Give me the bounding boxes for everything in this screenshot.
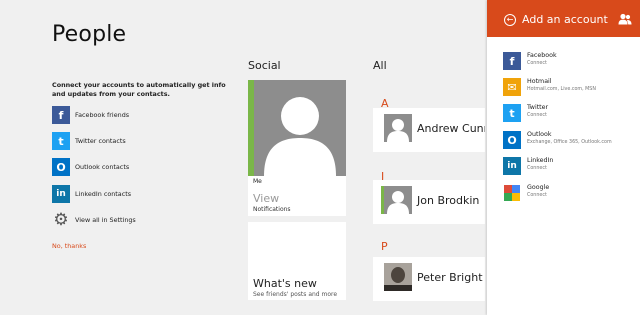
twitter-icon: t [52, 132, 70, 150]
connect-intro-text: Connect your accounts to automatically g… [52, 81, 226, 98]
outlook-icon: O [503, 131, 521, 149]
contact-photo [384, 263, 412, 291]
view-all-settings-link[interactable]: ⚙ View all in Settings [52, 210, 136, 230]
social-heading: Social [248, 59, 281, 72]
no-thanks-link[interactable]: No, thanks [52, 242, 86, 250]
outlook-contacts-link[interactable]: O Outlook contacts [52, 158, 129, 176]
facebook-icon: f [52, 106, 70, 124]
all-heading: All [373, 59, 387, 72]
me-tile[interactable]: Me View Notifications [248, 80, 346, 216]
contact-tile[interactable]: Andrew Cunning [373, 108, 485, 152]
add-account-flyout: ← Add an account f Facebook Connect ✉ Ho… [487, 0, 640, 315]
connect-linkedin[interactable]: in LinkedIn Connect [503, 155, 633, 175]
connect-hotmail[interactable]: ✉ Hotmail Hotmail.com, Live.com, MSN [503, 76, 633, 96]
facebook-icon: f [503, 52, 521, 70]
flyout-title: Add an account [522, 13, 608, 26]
flyout-header: ← Add an account [487, 0, 640, 37]
default-avatar-icon [384, 114, 412, 142]
me-label: Me [253, 178, 262, 185]
notifications-label: Notifications [253, 206, 291, 213]
service-subtitle: Exchange, Office 365, Outlook.com [527, 140, 612, 145]
contact-name: Jon Brodkin [417, 194, 480, 207]
google-icon [503, 184, 521, 202]
gear-icon: ⚙ [53, 210, 69, 230]
connect-google[interactable]: Google Connect [503, 182, 633, 202]
contact-name: Peter Bright [417, 271, 483, 284]
view-label: View [253, 192, 280, 205]
twitter-icon: t [503, 104, 521, 122]
outlook-contacts-label: Outlook contacts [75, 163, 130, 171]
contact-tile[interactable]: Peter Bright [373, 257, 485, 301]
service-subtitle: Connect [527, 61, 547, 66]
facebook-friends-link[interactable]: f Facebook friends [52, 106, 129, 124]
service-name: Outlook [527, 131, 552, 138]
page-title: People [52, 22, 127, 47]
connect-outlook[interactable]: O Outlook Exchange, Office 365, Outlook.… [503, 129, 633, 149]
twitter-contacts-label: Twitter contacts [75, 137, 126, 145]
service-subtitle: Connect [527, 166, 547, 171]
service-subtitle: Connect [527, 113, 547, 118]
service-name: Facebook [527, 52, 557, 59]
group-letter-p[interactable]: P [381, 240, 388, 253]
whats-new-subtitle: See friends' posts and more [253, 291, 338, 298]
outlook-icon: O [52, 158, 70, 176]
whats-new-tile[interactable]: What's new See friends' posts and more [248, 222, 346, 300]
service-name: LinkedIn [527, 157, 554, 164]
default-avatar-icon [384, 186, 412, 214]
linkedin-icon: in [52, 185, 70, 203]
linkedin-contacts-label: LinkedIn contacts [75, 190, 132, 198]
linkedin-icon: in [503, 157, 521, 175]
mail-icon: ✉ [503, 78, 521, 96]
view-all-settings-label: View all in Settings [75, 216, 136, 224]
contact-name: Andrew Cunning [417, 122, 485, 135]
service-name: Twitter [527, 104, 549, 111]
back-arrow-icon[interactable]: ← [504, 14, 516, 26]
twitter-contacts-link[interactable]: t Twitter contacts [52, 132, 126, 150]
service-name: Hotmail [527, 78, 552, 85]
service-subtitle: Hotmail.com, Live.com, MSN [527, 87, 596, 92]
service-name: Google [527, 184, 550, 191]
contact-tile[interactable]: Jon Brodkin [373, 180, 485, 224]
connect-twitter[interactable]: t Twitter Connect [503, 102, 633, 122]
default-avatar-icon [254, 80, 346, 176]
people-icon [618, 13, 632, 25]
whats-new-title: What's new [253, 277, 317, 290]
service-subtitle: Connect [527, 193, 547, 198]
connect-facebook[interactable]: f Facebook Connect [503, 50, 633, 70]
facebook-friends-label: Facebook friends [75, 111, 130, 119]
linkedin-contacts-link[interactable]: in LinkedIn contacts [52, 185, 131, 203]
